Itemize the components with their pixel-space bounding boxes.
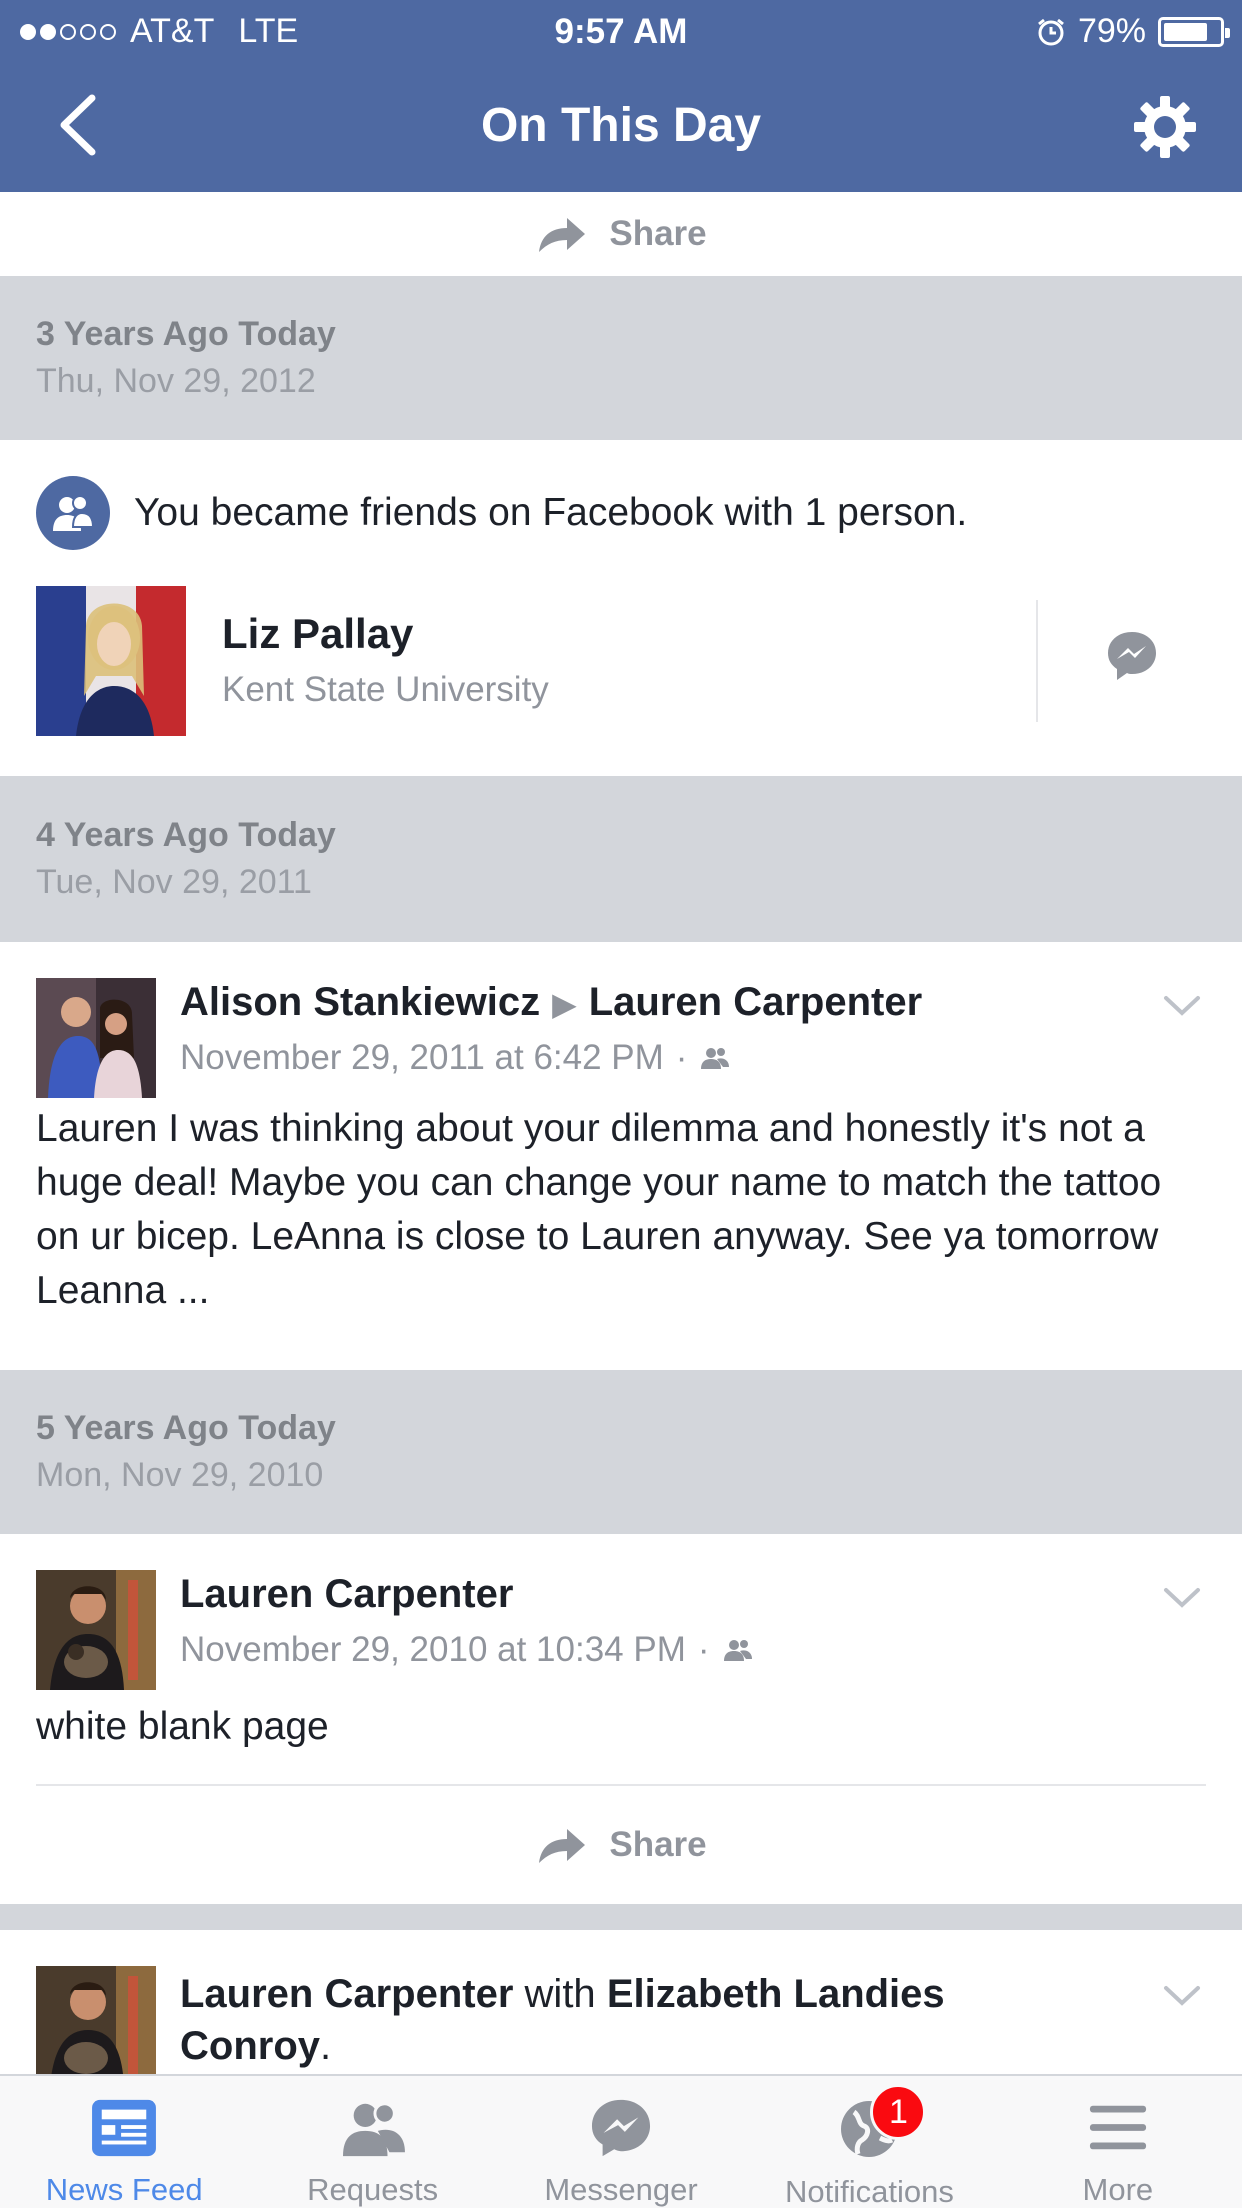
post-author-line: Alison Stankiewicz ▶ Lauren Carpenter xyxy=(180,980,922,1025)
post-author[interactable]: Lauren Carpenter xyxy=(180,1572,513,1617)
post-meta: November 29, 2010 at 10:34 PM · xyxy=(180,1630,754,1670)
share-label: Share xyxy=(609,1825,707,1864)
chevron-down-icon[interactable] xyxy=(1162,994,1202,1018)
requests-icon xyxy=(342,2102,405,2157)
divider xyxy=(1036,600,1038,722)
news-feed-icon xyxy=(92,2099,157,2157)
friend-name[interactable]: Liz Pallay xyxy=(222,610,413,658)
section-heading: 4 Years Ago Today xyxy=(36,816,336,854)
section-header-5-years: 5 Years Ago Today Mon, Nov 29, 2010 xyxy=(0,1370,1242,1534)
author-avatar[interactable] xyxy=(36,978,156,1098)
battery-icon xyxy=(1158,16,1230,47)
notifications-icon-wrap: 1 xyxy=(834,2084,927,2160)
post-text: white blank page xyxy=(36,1705,329,1748)
share-arrow-icon xyxy=(539,1829,586,1863)
friendship-summary: You became friends on Facebook with 1 pe… xyxy=(0,440,1242,586)
friend-avatar[interactable] xyxy=(36,586,186,736)
status-bar: AT&T LTE 9:57 AM 79% xyxy=(0,0,1242,62)
friends-audience-icon xyxy=(701,1048,730,1069)
post-text: Lauren I was thinking about your dilemma… xyxy=(36,1107,1162,1312)
section-date: Tue, Nov 29, 2011 xyxy=(36,863,312,901)
menu-icon xyxy=(1089,2105,1146,2150)
tab-label: More xyxy=(1082,2172,1154,2207)
period: . xyxy=(320,2024,332,2068)
post-timestamp[interactable]: November 29, 2011 at 6:42 PM xyxy=(180,1038,664,1078)
top-bar: AT&T LTE 9:57 AM 79% On This Day xyxy=(0,0,1242,192)
section-heading: 3 Years Ago Today xyxy=(36,315,336,353)
author-avatar[interactable] xyxy=(36,1966,156,2074)
section-gap xyxy=(0,1904,1242,1930)
section-heading: 5 Years Ago Today xyxy=(36,1409,336,1447)
gear-icon[interactable] xyxy=(1132,94,1198,160)
memory-post-2011: Alison Stankiewicz ▶ Lauren Carpenter Nove… xyxy=(0,942,1242,1370)
post-header: Lauren Carpenter November 29, 2010 at 10… xyxy=(0,1534,1242,1694)
battery-percent: 79% xyxy=(1077,12,1146,50)
tab-more[interactable]: More xyxy=(994,2076,1242,2208)
with-text: with xyxy=(524,1972,596,2016)
section-date: Mon, Nov 29, 2010 xyxy=(36,1456,324,1494)
arrow-right-icon: ▶ xyxy=(552,986,577,1022)
friends-icon xyxy=(36,476,110,550)
share-button[interactable]: Share xyxy=(0,1786,1242,1904)
tab-notifications[interactable]: 1 Notifications xyxy=(745,2076,993,2208)
post-author-line: Lauren Carpenter with Elizabeth Landies … xyxy=(180,1968,1000,2072)
page-title: On This Day xyxy=(480,99,762,152)
friendship-text: You became friends on Facebook with 1 pe… xyxy=(134,491,968,534)
status-right: 79% xyxy=(1036,12,1230,51)
nav-bar: On This Day xyxy=(0,62,1242,192)
share-arrow-icon xyxy=(539,218,586,252)
tab-label: Messenger xyxy=(544,2172,698,2207)
memory-post-2010: Lauren Carpenter November 29, 2010 at 10… xyxy=(0,1534,1242,1904)
section-date: Thu, Nov 29, 2012 xyxy=(36,362,316,400)
post-header: Alison Stankiewicz ▶ Lauren Carpenter Nove… xyxy=(0,942,1242,1102)
chevron-down-icon[interactable] xyxy=(1162,1586,1202,1610)
section-header-4-years: 4 Years Ago Today Tue, Nov 29, 2011 xyxy=(0,776,1242,942)
share-label: Share xyxy=(609,214,707,253)
messenger-icon xyxy=(591,2099,651,2157)
chevron-down-icon[interactable] xyxy=(1162,1984,1202,2008)
tab-news-feed[interactable]: News Feed xyxy=(0,2076,248,2208)
alarm-icon xyxy=(1038,18,1064,45)
friend-school: Kent State University xyxy=(222,670,549,709)
post-author[interactable]: Alison Stankiewicz xyxy=(180,980,540,1024)
friends-audience-icon xyxy=(723,1640,752,1661)
tab-requests[interactable]: Requests xyxy=(248,2076,496,2208)
memories-feed[interactable]: Share 3 Years Ago Today Thu, Nov 29, 201… xyxy=(0,192,1242,2074)
share-button[interactable]: Share xyxy=(0,192,1242,276)
tab-bar: News Feed Requests Messenger 1 Notificat… xyxy=(0,2074,1242,2208)
post-timestamp[interactable]: November 29, 2010 at 10:34 PM xyxy=(180,1630,686,1670)
tab-label: Notifications xyxy=(784,2174,954,2208)
tab-label: News Feed xyxy=(45,2172,203,2207)
friend-card[interactable]: Liz Pallay Kent State University xyxy=(0,586,1242,776)
post-meta: November 29, 2011 at 6:42 PM · xyxy=(180,1038,731,1078)
section-header-3-years: 3 Years Ago Today Thu, Nov 29, 2012 xyxy=(0,276,1242,440)
memory-post-tagged: Lauren Carpenter with Elizabeth Landies … xyxy=(0,1930,1242,2074)
post-author[interactable]: Lauren Carpenter xyxy=(180,1972,513,2016)
tab-messenger[interactable]: Messenger xyxy=(497,2076,745,2208)
author-avatar[interactable] xyxy=(36,1570,156,1690)
notification-badge: 1 xyxy=(870,2084,927,2140)
messenger-icon[interactable] xyxy=(1104,628,1160,684)
tab-label: Requests xyxy=(307,2172,439,2207)
post-target[interactable]: Lauren Carpenter xyxy=(589,980,922,1024)
